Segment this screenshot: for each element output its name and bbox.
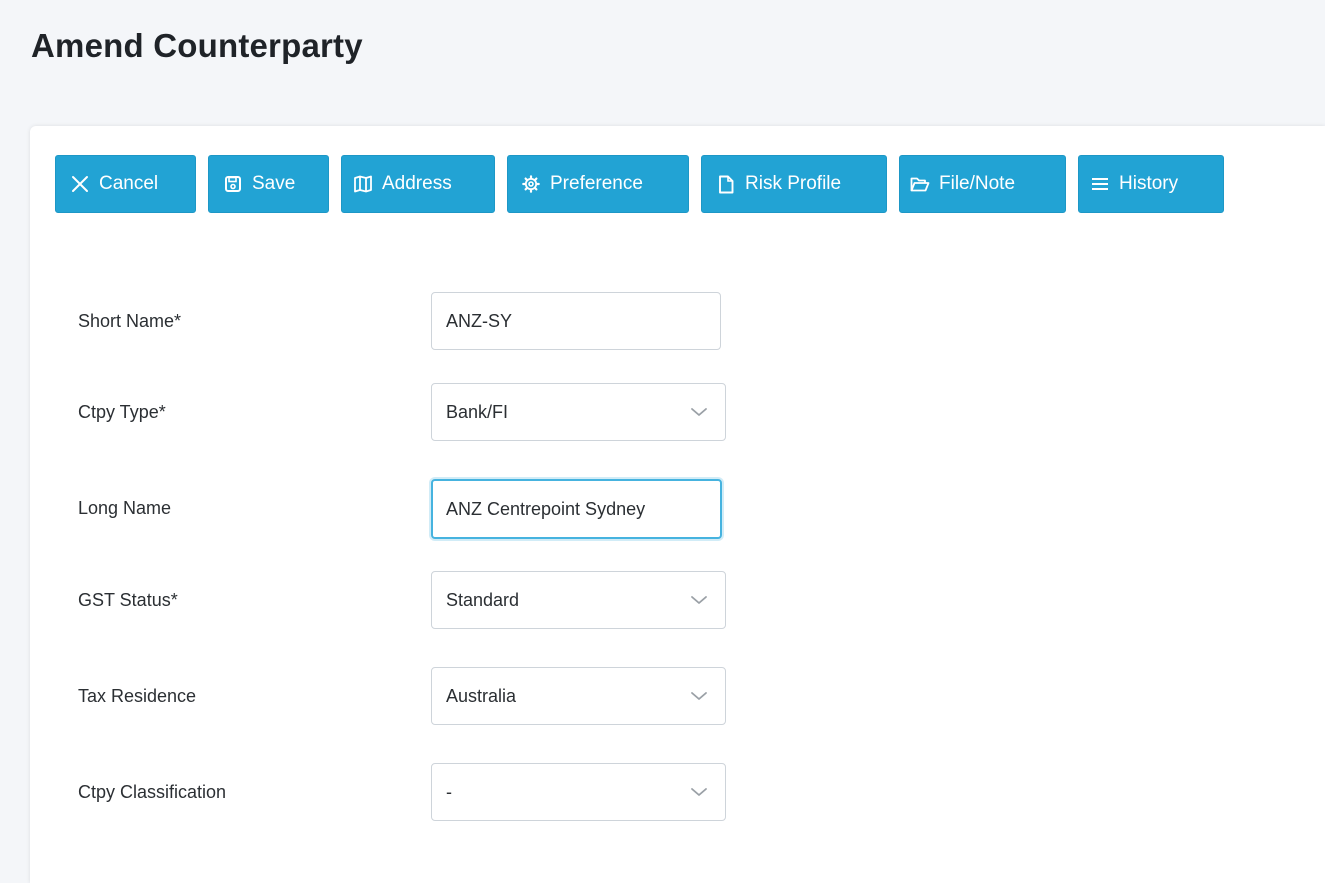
tax-residence-value: Australia [446,686,517,706]
floppy-disk-icon [223,174,243,194]
short-name-row: Short Name* [30,292,790,350]
page-title: Amend Counterparty [31,27,363,64]
address-button-label: Address [382,173,452,194]
file-note-button-label: File/Note [939,173,1016,194]
toolbar: Cancel Save Address Preference Risk Prof [55,155,1236,213]
preference-button-label: Preference [550,173,643,194]
long-name-input[interactable] [431,479,722,539]
ctpy-type-row: Ctpy Type* Bank/FI [30,383,790,441]
close-icon [70,174,90,194]
file-note-button[interactable]: File/Note [899,155,1066,213]
list-icon [1090,174,1110,194]
history-button[interactable]: History [1078,155,1224,213]
ctpy-type-value: Bank/FI [446,402,509,422]
tax-residence-label: Tax Residence [78,686,197,706]
ctpy-type-label: Ctpy Type* [78,402,166,422]
cancel-button-label: Cancel [99,173,159,194]
ctpy-type-select[interactable]: Bank/FI [431,383,726,441]
short-name-input[interactable] [431,292,721,350]
gst-status-row: GST Status* Standard [30,571,790,629]
cancel-button[interactable]: Cancel [55,155,196,213]
ctpy-classification-select[interactable]: - [431,763,726,821]
save-button-label: Save [252,173,296,194]
chevron-down-icon [691,408,707,416]
long-name-label: Long Name [78,498,172,518]
short-name-label: Short Name* [78,311,182,331]
gst-status-value: Standard [446,590,520,610]
risk-profile-button[interactable]: Risk Profile [701,155,887,213]
gst-status-label: GST Status* [78,590,178,610]
long-name-row: Long Name [30,479,790,539]
form-card: Cancel Save Address Preference Risk Prof [30,126,1325,883]
preference-button[interactable]: Preference [507,155,689,213]
tax-residence-row: Tax Residence Australia [30,667,790,725]
ctpy-classification-row: Ctpy Classification - [30,763,790,821]
ctpy-classification-label: Ctpy Classification [78,782,227,802]
chevron-down-icon [691,788,707,796]
gear-icon [521,174,541,194]
chevron-down-icon [691,596,707,604]
file-icon [716,174,736,194]
chevron-down-icon [691,692,707,700]
history-button-label: History [1119,173,1179,194]
risk-profile-button-label: Risk Profile [745,173,842,194]
tax-residence-select[interactable]: Australia [431,667,726,725]
address-button[interactable]: Address [341,155,495,213]
ctpy-classification-value: - [446,782,452,802]
save-button[interactable]: Save [208,155,329,213]
gst-status-select[interactable]: Standard [431,571,726,629]
folder-open-icon [910,174,930,194]
map-icon [353,174,373,194]
